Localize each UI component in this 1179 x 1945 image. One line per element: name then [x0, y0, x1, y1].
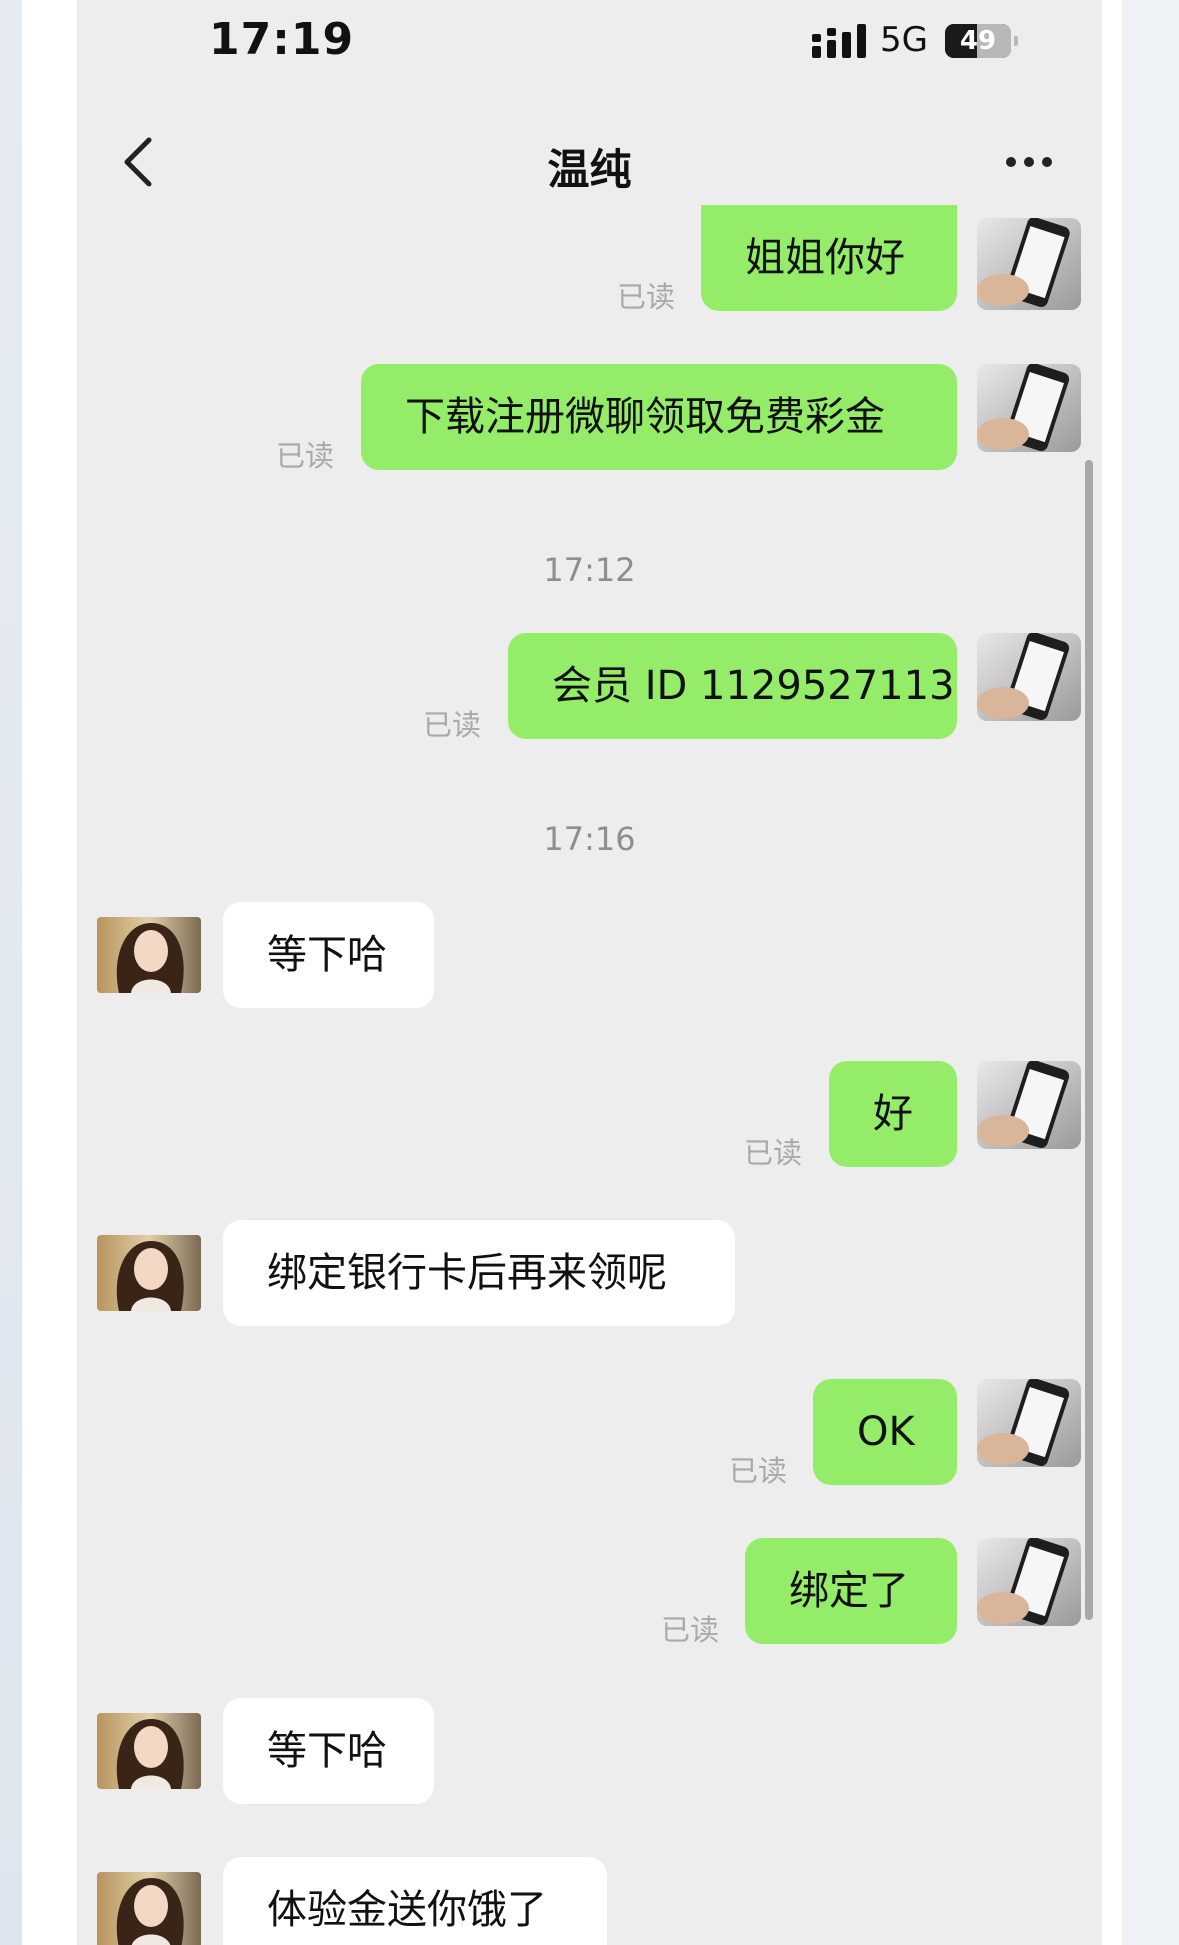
- contact-avatar[interactable]: [97, 917, 201, 993]
- woman-portrait-avatar-image: [97, 1872, 201, 1945]
- my-avatar[interactable]: [977, 633, 1081, 721]
- woman-portrait-avatar-image: [97, 1713, 201, 1789]
- contact-avatar[interactable]: [97, 1235, 201, 1311]
- phone-in-hand-avatar-image: [977, 1061, 1081, 1149]
- contact-message-bubble[interactable]: 等下哈: [223, 902, 434, 1008]
- phone-in-hand-avatar-image: [977, 218, 1081, 310]
- chat-screen: 17:19 5G 49 温纯 姐姐你好 已读 下载注册微聊领取免费彩金 已读 1…: [77, 0, 1102, 1945]
- left-background-edge: [0, 0, 22, 1945]
- phone-in-hand-avatar-image: [977, 1379, 1081, 1467]
- my-message-bubble[interactable]: 姐姐你好: [701, 205, 957, 311]
- scrollbar[interactable]: [1085, 460, 1093, 1620]
- my-message-bubble[interactable]: 好: [829, 1061, 957, 1167]
- contact-avatar[interactable]: [97, 1872, 201, 1945]
- read-status: 已读: [661, 1613, 720, 1647]
- phone-in-hand-avatar-image: [977, 364, 1081, 452]
- message-list[interactable]: 姐姐你好 已读 下载注册微聊领取免费彩金 已读 17:12 会员 ID 1129…: [77, 0, 1102, 1945]
- read-status: 已读: [729, 1454, 788, 1488]
- read-status: 已读: [617, 280, 676, 314]
- my-message-bubble[interactable]: OK: [813, 1379, 957, 1485]
- woman-portrait-avatar-image: [97, 1235, 201, 1311]
- message-timestamp: 17:12: [543, 551, 636, 589]
- read-status: 已读: [744, 1136, 803, 1170]
- message-timestamp: 17:16: [543, 820, 636, 858]
- my-message-bubble[interactable]: 下载注册微聊领取免费彩金: [361, 364, 957, 470]
- phone-in-hand-avatar-image: [977, 1538, 1081, 1626]
- my-avatar[interactable]: [977, 1061, 1081, 1149]
- my-message-bubble[interactable]: 绑定了: [745, 1538, 957, 1644]
- my-avatar[interactable]: [977, 1379, 1081, 1467]
- read-status: 已读: [423, 708, 482, 742]
- phone-in-hand-avatar-image: [977, 633, 1081, 721]
- contact-message-bubble[interactable]: 等下哈: [223, 1698, 434, 1804]
- woman-portrait-avatar-image: [97, 917, 201, 993]
- contact-message-bubble[interactable]: 体验金送你饿了: [223, 1857, 607, 1945]
- read-status: 已读: [276, 439, 335, 473]
- my-avatar[interactable]: [977, 218, 1081, 310]
- contact-message-bubble[interactable]: 绑定银行卡后再来领呢: [223, 1220, 735, 1326]
- my-avatar[interactable]: [977, 1538, 1081, 1626]
- my-message-bubble[interactable]: 会员 ID 1129527113: [508, 633, 957, 739]
- my-avatar[interactable]: [977, 364, 1081, 452]
- contact-avatar[interactable]: [97, 1713, 201, 1789]
